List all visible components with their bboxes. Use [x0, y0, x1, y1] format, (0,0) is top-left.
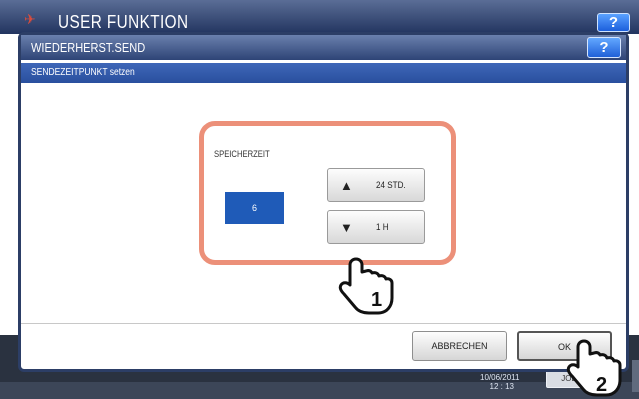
app-help-button[interactable]: ? — [597, 13, 630, 32]
decrease-1h-label: 1 H — [376, 222, 389, 232]
dialog-subheader: SENDEZEITPUNKT setzen — [21, 63, 626, 83]
step1-number: 1 — [371, 289, 382, 311]
footer-scroll-handle[interactable] — [632, 360, 639, 392]
increase-24h-button[interactable]: ▲ 24 STD. — [327, 168, 425, 202]
app-clock: 10/06/2011 12 : 13 — [480, 373, 520, 391]
dialog-subtitle: SENDEZEITPUNKT setzen — [31, 67, 135, 78]
up-arrow-icon: ▲ — [340, 178, 353, 193]
app-footer-bar — [0, 382, 639, 399]
storage-time-label: SPEICHERZEIT — [214, 149, 270, 159]
cancel-button[interactable]: ABBRECHEN — [412, 331, 507, 361]
step2-number: 2 — [596, 374, 607, 396]
dialog-header: WIEDERHERST.SEND ? — [21, 35, 626, 60]
dialog-help-button[interactable]: ? — [587, 37, 621, 58]
down-arrow-icon: ▼ — [340, 220, 353, 235]
footer-divider — [21, 323, 626, 324]
dialog-title: WIEDERHERST.SEND — [31, 40, 146, 55]
app-clock-date: 10/06/2011 — [480, 373, 520, 382]
app-clock-time: 12 : 13 — [489, 382, 514, 391]
app-logo-icon: ✈ — [24, 11, 36, 27]
decrease-1h-button[interactable]: ▼ 1 H — [327, 210, 425, 244]
pointing-hand-icon-step2: 2 — [566, 339, 622, 397]
storage-time-value: 6 — [225, 192, 284, 224]
increase-24h-label: 24 STD. — [376, 180, 406, 190]
pointing-hand-icon-step1: 1 — [338, 257, 394, 315]
app-title: USER FUNKTION — [58, 12, 189, 32]
